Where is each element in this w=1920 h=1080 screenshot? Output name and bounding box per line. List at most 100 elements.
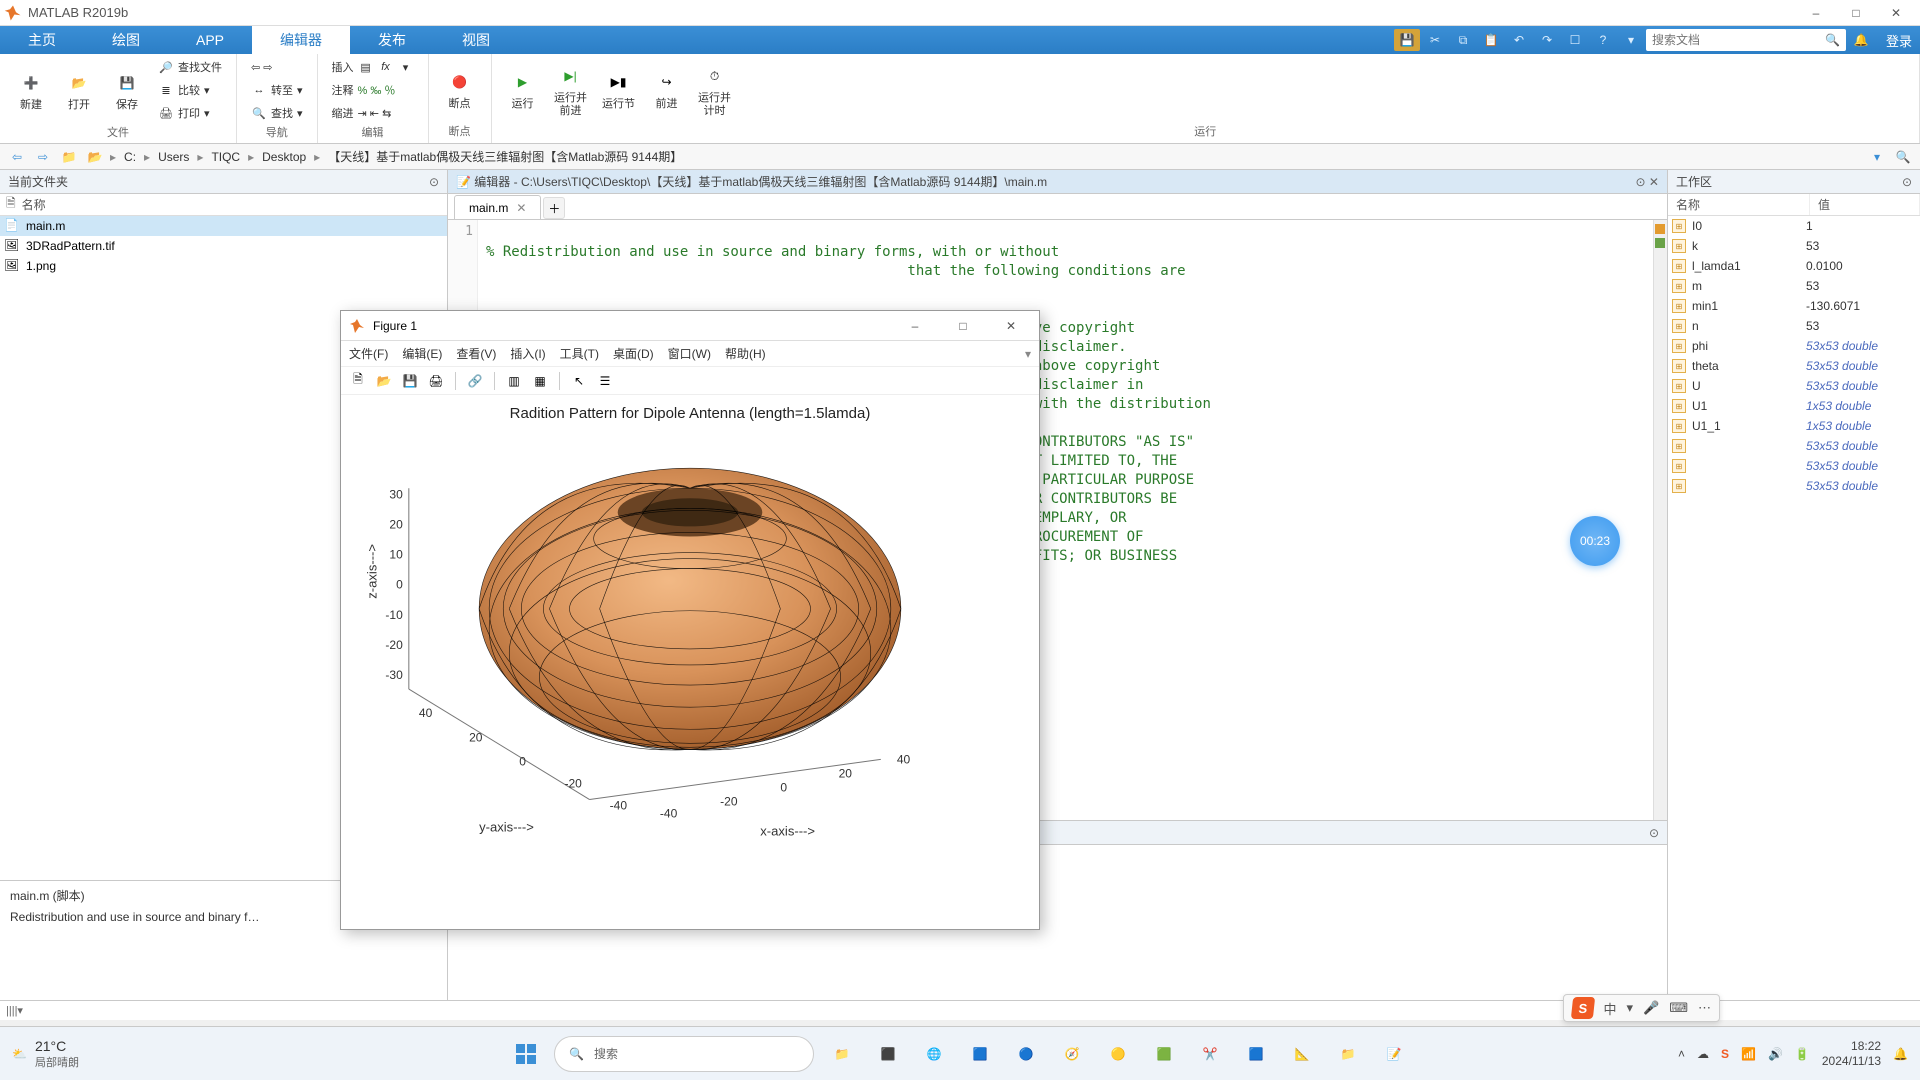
indent-row[interactable]: 缩进 ⇥ ⇤ ⇆	[326, 102, 420, 124]
nav-arrows[interactable]: ⇦ ⇨	[245, 56, 309, 78]
up-folder-icon[interactable]: 📁	[58, 147, 80, 167]
ws-var-row[interactable]: ⊞I01	[1668, 216, 1920, 236]
ws-var-row[interactable]: ⊞l_lamda10.0100	[1668, 256, 1920, 276]
tray-cloud-icon[interactable]: ☁	[1697, 1047, 1709, 1061]
layout-quick-icon[interactable]: ☐	[1562, 29, 1588, 51]
ime-mode-icon[interactable]: ▾	[1627, 1000, 1634, 1016]
redo-quick-icon[interactable]: ↷	[1534, 29, 1560, 51]
figure-window[interactable]: Figure 1 – □ ✕ 文件(F) 编辑(E) 查看(V) 插入(I) 工…	[340, 310, 1040, 930]
windows-taskbar[interactable]: ⛅ 21°C 局部晴朗 🔍搜索 📁 ⬛ 🌐 🟦 🔵 🧭 🟡 🟩 ✂️ 🟦 📐 📁…	[0, 1026, 1920, 1080]
ime-floating-bar[interactable]: S 中 ▾ 🎤 ⌨ ⋯	[1563, 994, 1721, 1022]
fig-new-icon[interactable]: 🗎	[347, 370, 369, 392]
taskbar-weather[interactable]: ⛅ 21°C 局部晴朗	[12, 1038, 79, 1070]
figure-close-button[interactable]: ✕	[991, 314, 1031, 338]
run-advance-button[interactable]: ▶|运行并 前进	[548, 60, 594, 118]
fig-menu-insert[interactable]: 插入(I)	[510, 345, 545, 362]
ws-col-name[interactable]: 名称	[1668, 194, 1810, 215]
ws-var-row[interactable]: ⊞U1_11x53 double	[1668, 416, 1920, 436]
comment-row[interactable]: 注释 % ‰ ％	[326, 79, 420, 101]
tb-app-taskview[interactable]: ⬛	[870, 1036, 906, 1072]
search-docs-box[interactable]: 🔍	[1646, 29, 1846, 51]
editor-close-icon[interactable]: ⊙ ✕	[1636, 175, 1659, 189]
fig-open-icon[interactable]: 📂	[373, 370, 395, 392]
compare-button[interactable]: ≣比较▾	[152, 79, 228, 101]
ws-var-row[interactable]: ⊞min1-130.6071	[1668, 296, 1920, 316]
ws-var-row[interactable]: ⊞phi53x53 double	[1668, 336, 1920, 356]
window-maximize-button[interactable]: □	[1836, 1, 1876, 25]
figure-minimize-button[interactable]: –	[895, 314, 935, 338]
tab-close-icon[interactable]: ✕	[516, 201, 526, 215]
paste-quick-icon[interactable]: 📋	[1478, 29, 1504, 51]
tb-app-1[interactable]: 📁	[824, 1036, 860, 1072]
insert-row[interactable]: 插入 ▤ fx ▾	[326, 56, 420, 78]
window-minimize-button[interactable]: –	[1796, 1, 1836, 25]
toolstrip-tab-view[interactable]: 视图	[434, 26, 518, 54]
ws-var-row[interactable]: ⊞U11x53 double	[1668, 396, 1920, 416]
notifications-icon[interactable]: 🔔	[1848, 29, 1874, 51]
find-files-button[interactable]: 🔎查找文件	[152, 56, 228, 78]
crumb-desktop[interactable]: Desktop	[258, 150, 310, 164]
tray-chevron-icon[interactable]: ˄	[1678, 1047, 1685, 1061]
goto-button[interactable]: ↔转至▾	[245, 79, 309, 101]
tray-battery-icon[interactable]: 🔋	[1795, 1047, 1810, 1061]
print-button[interactable]: 🖨打印▾	[152, 102, 228, 124]
pane-collapse-icon[interactable]: ⊙	[429, 175, 439, 189]
tb-app-browser3[interactable]: 🧭	[1054, 1036, 1090, 1072]
figure-axes[interactable]: Radition Pattern for Dipole Antenna (len…	[341, 395, 1039, 929]
tray-ime-icon[interactable]: S	[1721, 1047, 1729, 1061]
crumb-tiqc[interactable]: TIQC	[207, 150, 244, 164]
login-link[interactable]: 登录	[1886, 31, 1912, 50]
editor-minimap[interactable]	[1653, 220, 1667, 820]
tb-app-explorer[interactable]: 📁	[1330, 1036, 1366, 1072]
cf-item-main[interactable]: 📄main.m	[0, 216, 447, 236]
tray-network-icon[interactable]: 📶	[1741, 1047, 1756, 1061]
find-button[interactable]: 🔍查找▾	[245, 102, 309, 124]
fig-layout-icon[interactable]: ▦	[529, 370, 551, 392]
tray-volume-icon[interactable]: 🔊	[1768, 1047, 1783, 1061]
plot3d-surface[interactable]: 302010 0-10-20-30	[357, 428, 1023, 910]
fig-menu-tools[interactable]: 工具(T)	[560, 345, 599, 362]
ws-var-row[interactable]: ⊞m53	[1668, 276, 1920, 296]
tb-app-matlab[interactable]: 📐	[1284, 1036, 1320, 1072]
new-button[interactable]: ➕新建	[8, 67, 54, 113]
crumb-c[interactable]: C:	[120, 150, 140, 164]
fig-menu-view[interactable]: 查看(V)	[456, 345, 496, 362]
figure-menu-chevron-icon[interactable]: ▾	[1025, 347, 1031, 361]
breakpoints-button[interactable]: 🔴断点	[437, 66, 483, 112]
browse-folder-icon[interactable]: 📂	[84, 147, 106, 167]
ws-var-row[interactable]: ⊞53x53 double	[1668, 476, 1920, 496]
toolstrip-tab-editor[interactable]: 编辑器	[252, 26, 350, 54]
run-section-button[interactable]: ▶▮运行节	[596, 66, 642, 112]
toolstrip-tab-home[interactable]: 主页	[0, 26, 84, 54]
crumb-users[interactable]: Users	[154, 150, 193, 164]
step-button[interactable]: ↪前进	[644, 66, 690, 112]
taskbar-search[interactable]: 🔍搜索	[554, 1036, 814, 1072]
undo-quick-icon[interactable]: ↶	[1506, 29, 1532, 51]
ws-col-value[interactable]: 值	[1810, 194, 1920, 215]
toolstrip-tab-plots[interactable]: 绘图	[84, 26, 168, 54]
editor-new-tab-button[interactable]: ＋	[543, 197, 565, 219]
fig-menu-desktop[interactable]: 桌面(D)	[613, 345, 654, 362]
recording-timer-badge[interactable]: 00:23	[1570, 516, 1620, 566]
run-time-button[interactable]: ⏱运行并 计时	[692, 60, 738, 118]
cmd-collapse-icon[interactable]: ⊙	[1649, 826, 1659, 840]
start-button[interactable]	[508, 1036, 544, 1072]
ws-var-row[interactable]: ⊞U53x53 double	[1668, 376, 1920, 396]
tb-app-wechat[interactable]: 🟩	[1146, 1036, 1182, 1072]
fwd-button[interactable]: ⇨	[32, 147, 54, 167]
taskbar-clock[interactable]: 18:22 2024/11/13	[1822, 1039, 1881, 1068]
help-quick-icon[interactable]: ?	[1590, 29, 1616, 51]
fig-menu-edit[interactable]: 编辑(E)	[402, 345, 442, 362]
tb-app-notepad[interactable]: 📝	[1376, 1036, 1412, 1072]
crumb-project[interactable]: 【天线】基于matlab偶极天线三维辐射图【含Matlab源码 9144期】	[324, 148, 686, 165]
tb-app-edge-old[interactable]: 🌐	[916, 1036, 952, 1072]
fig-link-icon[interactable]: 🔗	[464, 370, 486, 392]
save-button[interactable]: 💾保存	[104, 67, 150, 113]
ws-collapse-icon[interactable]: ⊙	[1902, 175, 1912, 189]
cf-item-png[interactable]: 🖼1.png	[0, 256, 447, 276]
save-quick-icon[interactable]: 💾	[1394, 29, 1420, 51]
options-quick-icon[interactable]: ▾	[1618, 29, 1644, 51]
path-search-icon[interactable]: 🔍	[1892, 147, 1914, 167]
fig-print-icon[interactable]: 🖨	[425, 370, 447, 392]
ime-more-icon[interactable]: ⋯	[1698, 1000, 1711, 1016]
